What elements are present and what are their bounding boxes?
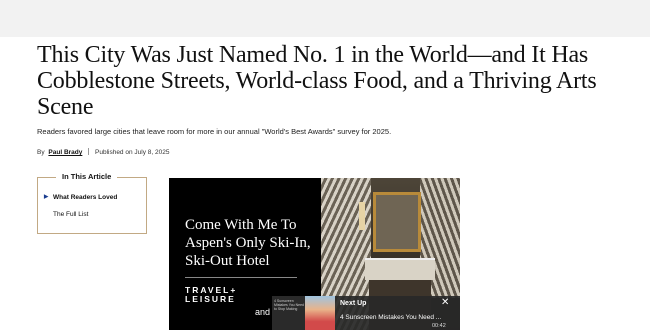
toc-title: In This Article bbox=[56, 172, 118, 181]
next-up-label: Next Up bbox=[340, 300, 367, 307]
article-dek: Readers favored large cities that leave … bbox=[37, 127, 392, 136]
toc-item-the-full-list[interactable]: The Full List bbox=[53, 211, 88, 218]
table-of-contents: In This Article ▶ What Readers Loved The… bbox=[37, 172, 147, 234]
wall-lamp bbox=[359, 202, 365, 230]
site-header-bar bbox=[0, 0, 650, 37]
next-up-thumbnail[interactable] bbox=[305, 296, 335, 330]
toc-item-what-readers-loved[interactable]: ▶ What Readers Loved bbox=[44, 194, 118, 201]
brand-line-2: LEISURE bbox=[185, 294, 236, 304]
thumb-caption: 4 Sunscreen Mistakes You Need to Stop Ma… bbox=[274, 299, 304, 311]
author-link[interactable]: Paul Brady bbox=[48, 149, 82, 156]
toc-item-label: The Full List bbox=[53, 211, 89, 218]
toc-active-marker-icon: ▶ bbox=[44, 194, 49, 200]
publish-date: Published on July 8, 2025 bbox=[95, 149, 170, 156]
video-caption-fragment: and bbox=[255, 307, 271, 317]
byline-divider bbox=[88, 148, 90, 155]
article-headline: This City Was Just Named No. 1 in the Wo… bbox=[37, 42, 597, 120]
toc-item-label: What Readers Loved bbox=[53, 194, 118, 201]
sink bbox=[365, 258, 435, 280]
travel-leisure-logo: TRAVEL+ LEISURE bbox=[185, 286, 237, 304]
next-up-title[interactable]: 4 Sunscreen Mistakes You Need ... bbox=[340, 314, 441, 321]
close-icon[interactable]: ✕ bbox=[441, 298, 449, 308]
video-title: Come With Me To Aspen's Only Ski-In, Ski… bbox=[185, 217, 311, 269]
next-video-thumbnail-small[interactable]: 4 Sunscreen Mistakes You Need to Stop Ma… bbox=[272, 296, 305, 330]
byline: By Paul Brady Published on July 8, 2025 bbox=[37, 148, 169, 156]
byline-prefix: By bbox=[37, 149, 45, 156]
mirror bbox=[373, 192, 421, 252]
video-title-divider bbox=[185, 277, 297, 278]
next-up-duration: 00:42 bbox=[432, 323, 446, 329]
